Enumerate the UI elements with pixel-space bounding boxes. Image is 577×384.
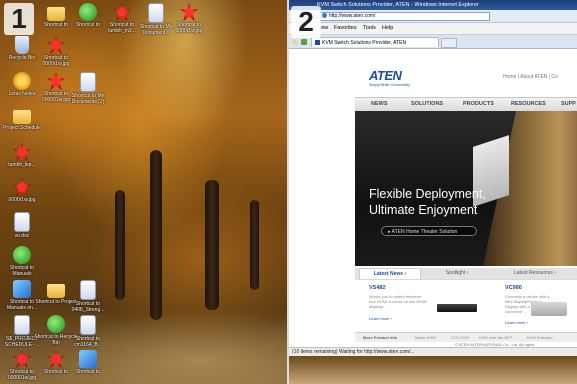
- desktop-icon[interactable]: Shortcut to: [66, 350, 110, 375]
- aten-logo[interactable]: ATEN: [369, 68, 402, 83]
- content-tabs: Latest News › Spotlight › Latest Resourc…: [355, 268, 577, 279]
- menu-view[interactable]: iew: [320, 23, 328, 34]
- document-icon: [80, 280, 96, 300]
- nav-news[interactable]: NEWS: [371, 98, 388, 111]
- desktop-icon[interactable]: Shortcut to 0000r1w.jpg: [167, 3, 211, 34]
- nav-solutions[interactable]: SOLUTIONS: [411, 98, 443, 111]
- learn-more-link[interactable]: Learn more ›: [369, 316, 392, 321]
- product-link[interactable]: KVM over the NET: [479, 333, 512, 342]
- menu-tools[interactable]: Tools: [363, 23, 376, 34]
- folder-icon: [47, 284, 65, 298]
- hero-banner: Flexible Deployment, Ultimate Enjoyment …: [355, 111, 577, 266]
- product-link[interactable]: Matrix KVM: [415, 333, 436, 342]
- tab-aten[interactable]: KVM Switch Solutions Provider, ATEN: [311, 37, 439, 47]
- image-icon: [47, 72, 65, 90]
- news-text: Allows you to switch between four HDMI s…: [369, 294, 427, 309]
- address-input[interactable]: http://www.aten.com/: [320, 12, 490, 21]
- desktop-icon[interactable]: Shortcut to My Documents (2): [66, 72, 110, 105]
- aten-favicon: [315, 40, 320, 45]
- image-icon: [180, 3, 198, 21]
- news-title[interactable]: VC980: [505, 285, 522, 291]
- tab-spotlight[interactable]: Spotlight ›: [425, 268, 489, 279]
- image-icon: [47, 36, 65, 54]
- site-nav: NEWS SOLUTIONS PRODUCTS RESOURCES SUPP: [355, 97, 577, 112]
- tab-bar: KVM Switch Solutions Provider, ATEN: [289, 35, 577, 49]
- image-icon: [13, 143, 31, 161]
- product-link[interactable]: KVM Extender: [527, 333, 553, 342]
- nav-resources[interactable]: RESOURCES: [511, 98, 546, 111]
- image-icon: [47, 350, 65, 368]
- status-bar: (10 items remaining) Waiting for http://…: [289, 347, 577, 356]
- shortcut-icon: [13, 246, 31, 264]
- image-icon: [13, 350, 31, 368]
- new-tab-button[interactable]: [441, 38, 457, 48]
- document-icon: [148, 3, 164, 23]
- add-favorite-icon[interactable]: [301, 39, 307, 45]
- tab-latest-resources[interactable]: Latest Resources ›: [493, 268, 577, 279]
- aten-webpage: ATEN Simply Better Connectivity Home | A…: [355, 54, 577, 347]
- shortcut-icon: [79, 350, 97, 368]
- news-panel: VS482 Allows you to switch between four …: [355, 279, 577, 332]
- folder-icon: [47, 7, 65, 21]
- panel-number-badge: 2: [291, 6, 321, 38]
- desktop-icon[interactable]: Shortcut to 0408_Streng...: [66, 280, 110, 313]
- hero-headline-2: Ultimate Enjoyment: [369, 203, 478, 217]
- tab-latest-news[interactable]: Latest News ›: [359, 268, 421, 279]
- window-title: KVM Switch Solutions Provider, ATEN - Wi…: [289, 0, 577, 10]
- nav-support[interactable]: SUPP: [561, 98, 576, 111]
- folder-icon: [13, 110, 31, 124]
- tree-trunk: [115, 190, 125, 300]
- desktop-icon[interactable]: Shortcut to 0000r1w.jpg: [34, 36, 78, 67]
- recycle-icon: [15, 36, 29, 54]
- product-link[interactable]: LCD KVM: [451, 333, 469, 342]
- product-info-bar: More Product Info Matrix KVM LCD KVM KVM…: [355, 332, 577, 342]
- lotus-icon: [13, 72, 31, 90]
- top-links[interactable]: Home | About ATEN | Co: [503, 74, 558, 80]
- tree-trunk: [250, 200, 259, 290]
- desktop-icon[interactable]: vo.doc: [0, 212, 44, 239]
- tree-trunk: [205, 180, 219, 310]
- vs482-product-image: [437, 304, 477, 312]
- news-title[interactable]: VS482: [369, 285, 386, 291]
- learn-more-link[interactable]: Learn more ›: [505, 320, 528, 325]
- more-product-info[interactable]: More Product Info: [363, 333, 397, 342]
- desktop-icon[interactable]: Project Schedule: [0, 106, 44, 131]
- menu-bar: iew Favorites Tools Help: [289, 23, 577, 35]
- document-icon: [80, 72, 96, 92]
- document-icon: [14, 212, 30, 232]
- hero-button[interactable]: ▸ ATEN Home Theater Solution: [381, 226, 477, 236]
- panel-number-badge: 1: [4, 3, 34, 35]
- browser-panel: KVM Switch Solutions Provider, ATEN - Wi…: [289, 0, 577, 384]
- desktop-background: [289, 356, 577, 384]
- desktop-icon[interactable]: Shortcut to Manuals: [0, 246, 44, 277]
- shortcut-icon: [13, 280, 31, 298]
- image-icon: [13, 178, 31, 196]
- desktop-panel: 1 Recycle Bin Lotus Notes Project Schedu…: [0, 0, 287, 384]
- menu-help[interactable]: Help: [382, 23, 393, 34]
- vc980-product-image: [531, 302, 567, 316]
- tree-trunk: [150, 150, 162, 320]
- nav-products[interactable]: PRODUCTS: [463, 98, 494, 111]
- address-bar: http://www.aten.com/: [289, 10, 577, 23]
- browser-viewport: ATEN Simply Better Connectivity Home | A…: [289, 49, 577, 347]
- desktop-icon[interactable]: Shortcut to cm1164_B...: [66, 315, 110, 348]
- logo-tagline: Simply Better Connectivity: [369, 83, 410, 87]
- shortcut-icon: [47, 315, 65, 333]
- document-icon: [14, 315, 30, 335]
- ie-page-icon: [322, 13, 327, 18]
- shortcut-icon: [79, 3, 97, 21]
- favorites-star-icon[interactable]: [292, 39, 298, 45]
- hero-headline-1: Flexible Deployment,: [369, 187, 486, 201]
- document-icon: [80, 315, 96, 335]
- image-icon: [113, 3, 131, 21]
- menu-favorites[interactable]: Favorites: [334, 23, 357, 34]
- desktop-icon[interactable]: tumblr_lep...: [0, 143, 44, 168]
- desktop-icon[interactable]: 0000r1w.jpg: [0, 178, 44, 203]
